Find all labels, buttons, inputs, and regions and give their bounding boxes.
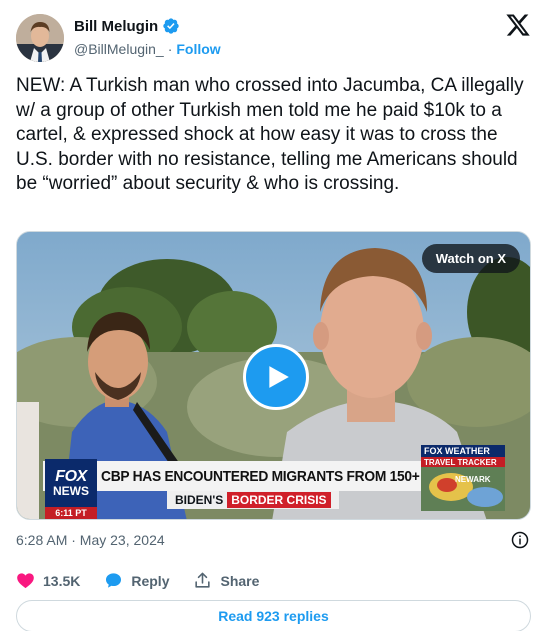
tweet-card: Bill Melugin @BillMelugin_ · Follow NEW:…: [0, 0, 545, 631]
author-avatar[interactable]: [16, 14, 64, 62]
weather-city: NEWARK: [455, 475, 491, 484]
tweet-actions: 13.5K Reply Share: [16, 571, 283, 590]
weather-brand: FOX WEATHER: [421, 445, 505, 457]
network-logo-bottom: NEWS: [53, 483, 89, 498]
play-icon: [269, 366, 289, 388]
weather-tracker-box: FOX WEATHER TRAVEL TRACKER NEWARK: [421, 445, 505, 511]
author-name-row: Bill Melugin: [74, 17, 180, 35]
reply-bubble-icon: [106, 573, 122, 588]
handle-separator: ·: [167, 41, 173, 57]
news-chyron: CBP HAS ENCOUNTERED MIGRANTS FROM 150+ C…: [43, 461, 502, 491]
reply-button[interactable]: Reply: [104, 571, 169, 590]
read-replies-button[interactable]: Read 923 replies: [16, 600, 531, 631]
share-label: Share: [220, 572, 260, 589]
x-logo-icon[interactable]: [505, 12, 531, 38]
author-handle[interactable]: @BillMelugin_: [74, 41, 164, 57]
chyron-subheadline: BIDEN'S BORDER CRISIS: [167, 491, 339, 509]
follow-button[interactable]: Follow: [176, 41, 220, 57]
tweet-text: NEW: A Turkish man who crossed into Jacu…: [16, 75, 524, 194]
heart-icon: [17, 573, 34, 589]
author-handle-row: @BillMelugin_ · Follow: [74, 41, 221, 57]
reply-label: Reply: [131, 572, 170, 589]
broadcast-time: 6:11 PT: [45, 507, 97, 519]
like-count: 13.5K: [43, 572, 81, 589]
tweet-timestamp[interactable]: 6:28 AM · May 23, 2024: [16, 532, 165, 548]
share-icon: [195, 572, 211, 588]
watch-on-x-button[interactable]: Watch on X: [421, 244, 520, 273]
network-logo: FOX NEWS: [45, 459, 97, 507]
info-icon[interactable]: [511, 531, 529, 549]
verified-badge-icon: [163, 18, 179, 34]
chyron-sub-prefix: BIDEN'S: [175, 493, 224, 507]
weather-map: [421, 467, 505, 511]
chyron-sub-highlight: BORDER CRISIS: [227, 492, 331, 508]
share-button[interactable]: Share: [193, 571, 259, 590]
author-display-name[interactable]: Bill Melugin: [74, 18, 158, 35]
network-logo-top: FOX: [55, 467, 87, 485]
like-button[interactable]: 13.5K: [16, 571, 80, 590]
video-player[interactable]: Watch on X CBP HAS ENCOUNTERED MIGRANTS …: [16, 231, 531, 520]
play-button[interactable]: [243, 344, 309, 410]
